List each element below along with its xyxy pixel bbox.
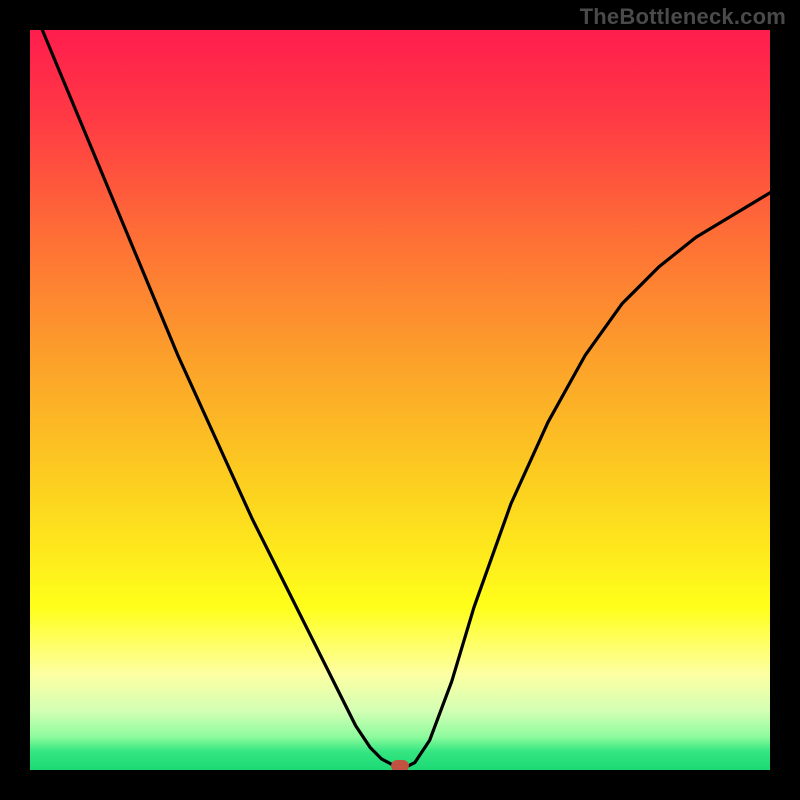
optimum-marker — [391, 760, 409, 770]
watermark-text: TheBottleneck.com — [580, 4, 786, 30]
bottleneck-curve — [30, 30, 770, 770]
plot-area — [30, 30, 770, 770]
chart-frame: TheBottleneck.com — [0, 0, 800, 800]
